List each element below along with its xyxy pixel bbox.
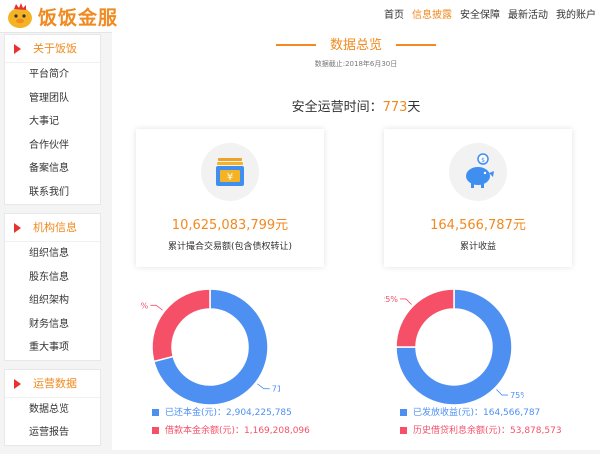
slice-percent-label: 75%: [510, 391, 524, 400]
stat-card-income: $ 164,566,787元 累计收益: [384, 129, 572, 267]
sidebar-item-milestones[interactable]: 大事记: [5, 110, 100, 134]
uptime-days: 773: [382, 100, 408, 115]
slice-percent-label: 25%: [384, 295, 398, 304]
legend-swatch: [400, 409, 407, 416]
data-cutoff-date: 数据截止:2018年6月30日: [314, 60, 398, 68]
sidebar-item-partners[interactable]: 合作伙伴: [5, 134, 100, 158]
sidebar-group-title[interactable]: 运营数据: [5, 370, 100, 398]
slice-percent-label: 29%: [140, 301, 149, 310]
caret-right-icon: [14, 378, 21, 389]
sidebar-group-operations: 运营数据 数据总览 运营报告: [4, 368, 101, 446]
icon-circle: $: [449, 143, 507, 201]
slice-leader-line: [496, 389, 509, 396]
sidebar-group-about: 关于饭饭 平台简介 管理团队 大事记 合作伙伴 备案信息 联系我们: [4, 34, 101, 205]
caret-right-icon: [14, 44, 21, 54]
income-donut-chart: 75% 25%: [384, 288, 524, 406]
caret-right-icon: [14, 223, 21, 233]
sidebar: 关于饭饭 平台简介 管理团队 大事记 合作伙伴 备案信息 联系我们 机构信息 组…: [0, 34, 101, 454]
brand-name[interactable]: 饭饭金服: [38, 3, 118, 30]
total-transaction-label: 累计撮合交易额(包含债权转让): [167, 242, 293, 252]
slice-leader-line: [257, 383, 270, 390]
main-nav: 首页 信息披露 安全保障 最新活动 我的账户: [380, 0, 600, 32]
top-header: 饭饭金服 首页 信息披露 安全保障 最新活动 我的账户: [0, 0, 600, 33]
sidebar-item-contact[interactable]: 联系我们: [5, 181, 100, 205]
svg-text:¥: ¥: [227, 172, 233, 183]
sidebar-item-management-team[interactable]: 管理团队: [5, 87, 100, 111]
donut-slice: [151, 288, 211, 363]
operation-uptime: 安全运营时间：773天: [112, 96, 600, 115]
icon-circle: ¥: [201, 143, 259, 201]
title-divider-right: [396, 44, 436, 46]
sidebar-item-platform-intro[interactable]: 平台简介: [5, 63, 100, 87]
sidebar-group-title[interactable]: 关于饭饭: [5, 35, 100, 63]
total-transaction-amount: 10,625,083,799元: [171, 218, 289, 233]
nav-activities[interactable]: 最新活动: [504, 0, 552, 32]
principal-legend: 已还本金(元)：2,904,225,785 借款本金余额(元)：1,169,20…: [152, 404, 310, 440]
legend-item-interest-balance: 历史借贷利息余额(元)：53,878,573: [400, 422, 562, 440]
sidebar-item-org-info[interactable]: 组织信息: [5, 242, 100, 266]
sidebar-item-shareholders[interactable]: 股东信息: [5, 266, 100, 290]
sidebar-item-data-overview[interactable]: 数据总览: [5, 398, 100, 422]
total-income-amount: 164,566,787元: [430, 218, 526, 233]
nav-disclosure[interactable]: 信息披露: [408, 0, 456, 32]
yen-coin-stack-icon: ¥: [216, 158, 244, 186]
piggy-bank-icon: $: [466, 153, 494, 188]
legend-swatch: [152, 427, 159, 434]
sidebar-item-operation-report[interactable]: 运营报告: [5, 421, 100, 445]
nav-home[interactable]: 首页: [380, 0, 408, 32]
stat-card-transaction: ¥ 10,625,083,799元 累计撮合交易额(包含债权转让): [136, 129, 324, 267]
total-income-label: 累计收益: [459, 242, 496, 252]
main-content: 数据总览 数据截止:2018年6月30日 安全运营时间：773天 ¥ 10,62…: [112, 32, 600, 450]
uptime-label: 安全运营时间：: [291, 100, 383, 115]
nav-account[interactable]: 我的账户: [552, 0, 600, 32]
slice-percent-label: 71%: [272, 385, 280, 394]
chick-logo-icon[interactable]: [6, 3, 34, 29]
slice-leader-line: [399, 298, 412, 305]
sidebar-item-major-events[interactable]: 重大事项: [5, 336, 100, 360]
legend-item-paid-income: 已发放收益(元)：164,566,787: [400, 404, 562, 422]
svg-text:$: $: [481, 157, 485, 164]
income-legend: 已发放收益(元)：164,566,787 历史借贷利息余额(元)：53,878,…: [400, 404, 562, 440]
legend-swatch: [400, 427, 407, 434]
donut-slice: [395, 288, 455, 348]
sidebar-group-org: 机构信息 组织信息 股东信息 组织架构 财务信息 重大事项: [4, 213, 101, 361]
uptime-unit: 天: [407, 100, 421, 115]
legend-swatch: [152, 409, 159, 416]
principal-donut-chart: 71% 29%: [140, 288, 280, 406]
slice-leader-line: [150, 304, 163, 311]
legend-item-outstanding: 借款本金余额(元)：1,169,208,096: [152, 422, 310, 440]
section-title: 数据总览: [329, 38, 382, 53]
sidebar-item-financial-info[interactable]: 财务信息: [5, 313, 100, 337]
sidebar-item-filing-info[interactable]: 备案信息: [5, 157, 100, 181]
sidebar-group-title[interactable]: 机构信息: [5, 214, 100, 242]
sidebar-item-org-structure[interactable]: 组织架构: [5, 289, 100, 313]
legend-item-repaid: 已还本金(元)：2,904,225,785: [152, 404, 310, 422]
nav-security[interactable]: 安全保障: [456, 0, 504, 32]
